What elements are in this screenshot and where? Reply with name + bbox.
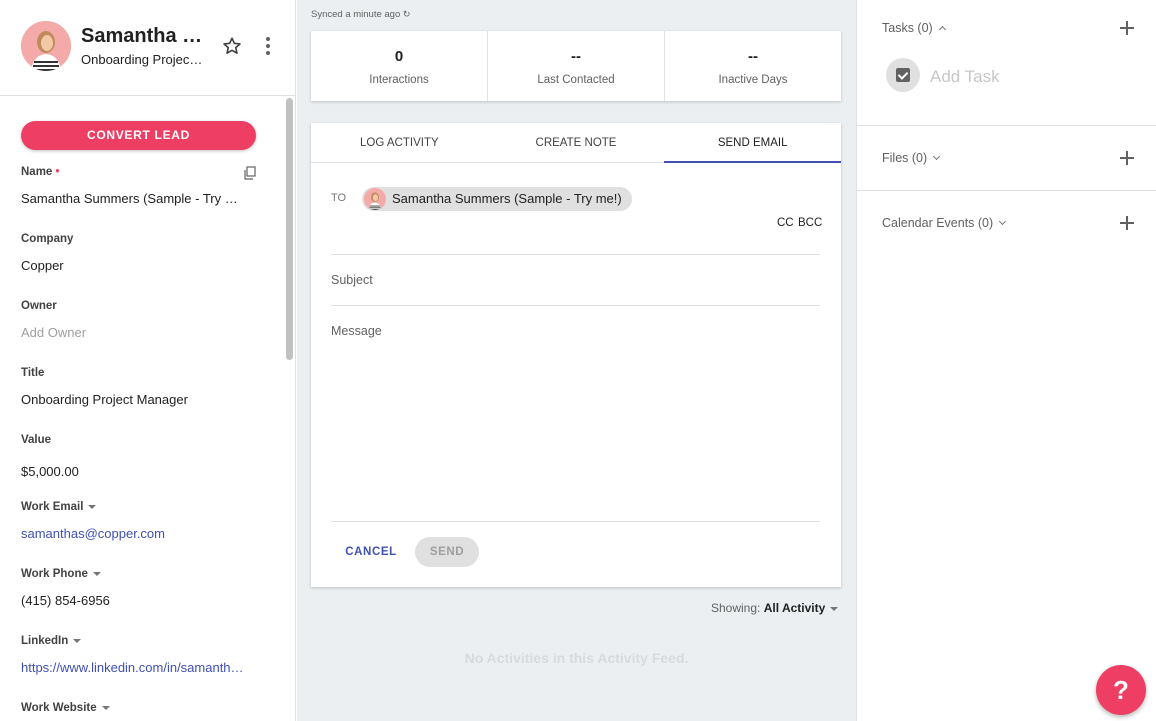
empty-feed-message: No Activities in this Activity Feed. bbox=[464, 650, 689, 666]
tab-create-note[interactable]: CREATE NOTE bbox=[488, 123, 665, 162]
divider bbox=[857, 190, 1156, 191]
divider bbox=[331, 254, 820, 255]
stat-value: -- bbox=[748, 48, 758, 65]
work-website-label-text: Work Website bbox=[21, 702, 97, 714]
sync-status-text: Synced a minute ago bbox=[311, 9, 401, 20]
linkedin-label-text: LinkedIn bbox=[21, 635, 69, 647]
stat-value: -- bbox=[571, 48, 581, 65]
work-phone-label[interactable]: Work Phone bbox=[21, 568, 101, 580]
files-title: Files (0) bbox=[882, 151, 928, 165]
record-subtitle: Onboarding Project Manager bbox=[81, 52, 203, 67]
subject-input[interactable]: Subject bbox=[331, 273, 373, 287]
tab-log-activity[interactable]: LOG ACTIVITY bbox=[311, 123, 488, 162]
stat-interactions: 0 Interactions bbox=[311, 31, 488, 101]
required-marker: • bbox=[55, 166, 60, 178]
name-label: Name • bbox=[21, 166, 59, 178]
work-email-label[interactable]: Work Email bbox=[21, 501, 97, 513]
linkedin-label[interactable]: LinkedIn bbox=[21, 635, 82, 647]
star-icon[interactable] bbox=[221, 35, 243, 57]
chevron-down-icon[interactable] bbox=[933, 153, 941, 161]
convert-lead-button[interactable]: CONVERT LEAD bbox=[21, 121, 256, 150]
stats-bar: 0 Interactions -- Last Contacted -- Inac… bbox=[311, 31, 841, 101]
cancel-button[interactable]: CANCEL bbox=[339, 537, 403, 567]
add-task-input[interactable]: Add Task bbox=[930, 67, 1000, 87]
task-checkbox-icon bbox=[886, 58, 920, 92]
record-details-panel: Samantha Summers Onboarding Project Mana… bbox=[0, 0, 296, 721]
divider bbox=[331, 521, 820, 522]
copy-icon[interactable] bbox=[243, 166, 257, 180]
tasks-title: Tasks (0) bbox=[882, 21, 933, 35]
stat-last-contacted: -- Last Contacted bbox=[488, 31, 665, 101]
add-event-plus-icon[interactable] bbox=[1120, 216, 1134, 230]
tab-send-email[interactable]: SEND EMAIL bbox=[664, 123, 841, 163]
dropdown-caret-icon[interactable] bbox=[92, 571, 101, 576]
related-panel: Tasks (0) Add Task Files (0) Calendar Ev… bbox=[856, 0, 1156, 721]
work-phone-value[interactable]: (415) 854-6956 bbox=[21, 593, 246, 608]
cc-button[interactable]: CC bbox=[777, 217, 794, 229]
work-email-value[interactable]: samanthas@copper.com bbox=[21, 526, 246, 541]
refresh-icon[interactable]: ↻ bbox=[403, 9, 411, 19]
calendar-title: Calendar Events (0) bbox=[882, 216, 994, 230]
name-value[interactable]: Samantha Summers (Sample - Try me!) bbox=[21, 191, 246, 206]
dropdown-caret-icon[interactable] bbox=[830, 606, 839, 611]
add-task-plus-icon[interactable] bbox=[1120, 21, 1134, 35]
activity-composer: LOG ACTIVITY CREATE NOTE SEND EMAIL TO S… bbox=[311, 123, 841, 587]
dropdown-caret-icon[interactable] bbox=[101, 705, 110, 710]
owner-value[interactable]: Add Owner bbox=[21, 325, 246, 340]
more-options-icon[interactable] bbox=[258, 35, 278, 57]
add-file-plus-icon[interactable] bbox=[1120, 151, 1134, 165]
stat-inactive-days: -- Inactive Days bbox=[665, 31, 841, 101]
files-section-header[interactable]: Files (0) bbox=[882, 151, 941, 165]
activity-filter[interactable]: Showing: All Activity bbox=[711, 601, 839, 615]
activity-panel: Synced a minute ago ↻ 0 Interactions -- … bbox=[297, 0, 856, 721]
calendar-section-header[interactable]: Calendar Events (0) bbox=[882, 216, 1007, 230]
work-website-label[interactable]: Work Website bbox=[21, 702, 110, 714]
tasks-section-header[interactable]: Tasks (0) bbox=[882, 21, 946, 35]
title-value[interactable]: Onboarding Project Manager bbox=[21, 392, 246, 407]
stat-value: 0 bbox=[394, 48, 404, 65]
send-button[interactable]: SEND bbox=[415, 537, 479, 567]
recipient-chip[interactable]: Samantha Summers (Sample - Try me!) bbox=[362, 187, 632, 211]
dropdown-caret-icon[interactable] bbox=[88, 504, 97, 509]
value-label: Value bbox=[21, 434, 52, 446]
name-label-text: Name bbox=[21, 166, 53, 178]
title-label: Title bbox=[21, 367, 45, 379]
stat-label: Inactive Days bbox=[718, 74, 788, 86]
work-email-label-text: Work Email bbox=[21, 501, 84, 513]
activity-filter-label: Showing: bbox=[711, 601, 761, 615]
value-value[interactable]: $5,000.00 bbox=[21, 464, 246, 479]
recipient-name: Samantha Summers (Sample - Try me!) bbox=[392, 191, 622, 206]
to-label: TO bbox=[331, 192, 347, 204]
record-header: Samantha Summers Onboarding Project Mana… bbox=[0, 0, 295, 96]
message-input[interactable]: Message bbox=[331, 324, 382, 338]
stat-label: Last Contacted bbox=[537, 74, 615, 86]
scrollbar[interactable] bbox=[286, 98, 293, 360]
avatar bbox=[364, 188, 386, 210]
owner-label: Owner bbox=[21, 300, 57, 312]
chevron-up-icon[interactable] bbox=[938, 26, 946, 34]
composer-tabs: LOG ACTIVITY CREATE NOTE SEND EMAIL bbox=[311, 123, 841, 163]
linkedin-value[interactable]: https://www.linkedin.com/in/samanthasumm… bbox=[21, 660, 246, 675]
record-name: Samantha Summers bbox=[81, 25, 206, 47]
company-label: Company bbox=[21, 233, 74, 245]
company-value[interactable]: Copper bbox=[21, 258, 246, 273]
stat-label: Interactions bbox=[369, 74, 429, 86]
help-button[interactable]: ? bbox=[1096, 665, 1146, 715]
bcc-button[interactable]: BCC bbox=[798, 217, 822, 229]
divider bbox=[857, 125, 1156, 126]
sync-status: Synced a minute ago ↻ bbox=[311, 9, 410, 20]
avatar bbox=[21, 21, 71, 71]
chevron-down-icon[interactable] bbox=[999, 218, 1007, 226]
activity-filter-value[interactable]: All Activity bbox=[764, 601, 826, 615]
divider bbox=[331, 305, 820, 306]
dropdown-caret-icon[interactable] bbox=[73, 638, 82, 643]
work-phone-label-text: Work Phone bbox=[21, 568, 88, 580]
